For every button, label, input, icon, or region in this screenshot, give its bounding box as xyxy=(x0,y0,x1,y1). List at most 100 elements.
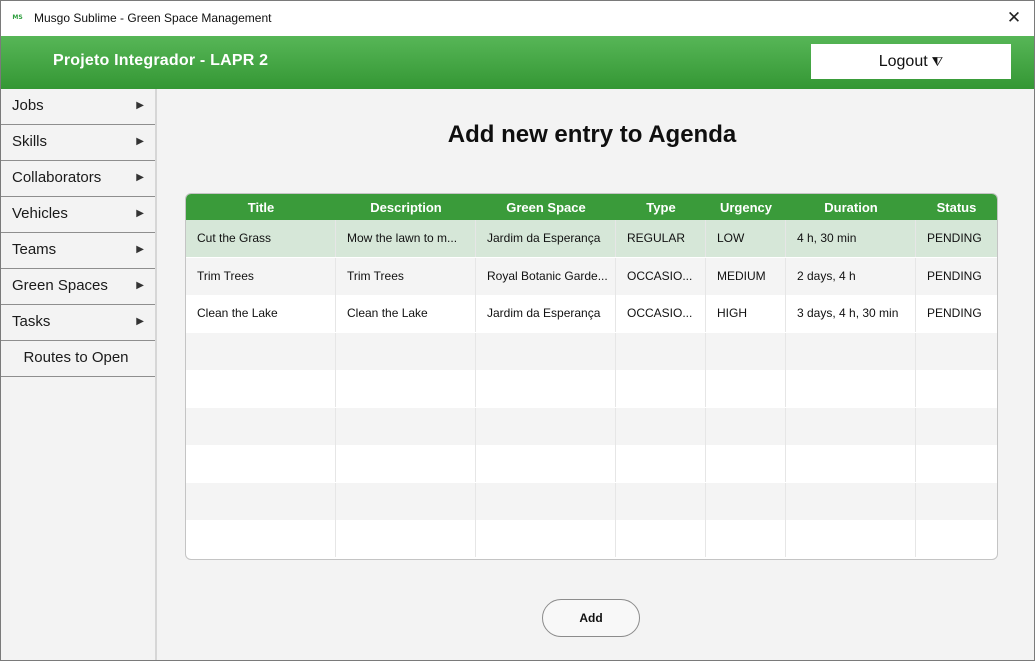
sidebar-item-label: Skills xyxy=(12,133,48,150)
submenu-arrow-icon: ▶ xyxy=(136,208,144,219)
app-logo-icon: MS xyxy=(12,14,23,21)
cell-green-space: Jardim da Esperança xyxy=(476,295,616,332)
cell-type xyxy=(616,482,706,520)
cell-green-space: Royal Botanic Garde... xyxy=(476,257,616,295)
cell-duration xyxy=(786,482,916,520)
cell-status xyxy=(916,408,997,445)
cell-description xyxy=(336,370,476,407)
cell-status: PENDING xyxy=(927,306,982,320)
logout-button[interactable]: Logout ⧨ xyxy=(811,44,1011,79)
cell-green-space xyxy=(476,482,616,520)
sidebar-item-tasks[interactable]: Tasks ▶ xyxy=(1,305,155,341)
table-row[interactable] xyxy=(186,370,997,407)
table-row[interactable]: Clean the Lake Clean the Lake Jardim da Es… xyxy=(186,295,997,332)
sidebar-item-vehicles[interactable]: Vehicles ▶ xyxy=(1,197,155,233)
cell-title xyxy=(186,332,336,370)
cell-type xyxy=(616,332,706,370)
cell-description: Clean the Lake xyxy=(336,295,476,332)
column-header-duration[interactable]: Duration xyxy=(786,194,916,220)
submenu-arrow-icon: ▶ xyxy=(136,244,144,255)
page-title: Add new entry to Agenda xyxy=(447,121,737,148)
window-title: Musgo Sublime - Green Space Management xyxy=(34,11,272,25)
cell-urgency: HIGH xyxy=(706,295,786,332)
cell-urgency xyxy=(706,482,786,520)
column-header-urgency[interactable]: Urgency xyxy=(706,194,786,220)
table-row[interactable]: Trim Trees Trim Trees Royal Botanic Garde.… xyxy=(186,257,997,295)
cell-status: PENDING xyxy=(927,231,982,245)
cell-type xyxy=(616,370,706,407)
sidebar-item-routes-to-open[interactable]: Routes to Open xyxy=(1,341,155,377)
cell-description xyxy=(336,332,476,370)
cell-urgency xyxy=(706,332,786,370)
table-row[interactable]: Cut the Grass Mow the lawn to m... Jardim … xyxy=(186,220,997,257)
sidebar-item-label: Green Spaces xyxy=(12,277,108,294)
cell-type xyxy=(616,445,706,482)
cell-type xyxy=(616,520,706,557)
submenu-arrow-icon: ▶ xyxy=(136,100,144,111)
sidebar-item-green-spaces[interactable]: Green Spaces ▶ xyxy=(1,269,155,305)
cell-title xyxy=(186,445,336,482)
submenu-arrow-icon: ▶ xyxy=(136,136,144,147)
cell-duration: 2 days, 4 h xyxy=(786,257,916,295)
cell-title xyxy=(186,520,336,557)
cell-duration: 3 days, 4 h, 30 min xyxy=(786,295,916,332)
title-bar: MS Musgo Sublime - Green Space Managemen… xyxy=(1,1,1034,36)
cell-green-space xyxy=(476,332,616,370)
cell-title: Cut the Grass xyxy=(186,220,336,257)
close-icon[interactable]: ✕ xyxy=(994,1,1034,36)
column-header-description[interactable]: Description xyxy=(336,194,476,220)
cell-green-space xyxy=(476,520,616,557)
cell-status xyxy=(916,370,997,407)
sidebar-item-jobs[interactable]: Jobs ▶ xyxy=(1,89,155,125)
column-header-green-space[interactable]: Green Space xyxy=(476,194,616,220)
table-row[interactable] xyxy=(186,520,997,557)
header-title: Projeto Integrador - LAPR 2 xyxy=(53,52,269,69)
logout-label: Logout xyxy=(878,53,928,70)
cell-green-space xyxy=(476,370,616,407)
cell-urgency xyxy=(706,370,786,407)
cell-green-space xyxy=(476,407,616,445)
cell-description xyxy=(336,445,476,482)
cell-title xyxy=(186,407,336,445)
cell-duration xyxy=(786,445,916,482)
cell-description xyxy=(336,520,476,557)
sidebar-item-skills[interactable]: Skills ▶ xyxy=(1,125,155,161)
table-header: Title Description Green Space Type Urgen… xyxy=(186,194,997,220)
table-row[interactable] xyxy=(186,445,997,482)
cell-status xyxy=(916,483,997,520)
cell-status xyxy=(916,445,997,482)
add-button[interactable]: Add xyxy=(542,599,640,637)
sidebar-item-teams[interactable]: Teams ▶ xyxy=(1,233,155,269)
logout-filter-icon: ⧨ xyxy=(931,55,944,70)
cell-urgency xyxy=(706,407,786,445)
submenu-arrow-icon: ▶ xyxy=(136,280,144,291)
cell-title xyxy=(186,370,336,407)
table-row[interactable] xyxy=(186,332,997,370)
sidebar-item-label: Teams xyxy=(12,241,57,258)
cell-duration xyxy=(786,370,916,407)
cell-title: Clean the Lake xyxy=(186,295,336,332)
cell-urgency: LOW xyxy=(706,220,786,257)
table-row[interactable] xyxy=(186,482,997,520)
cell-duration xyxy=(786,407,916,445)
cell-urgency xyxy=(706,520,786,557)
column-header-status[interactable]: Status xyxy=(916,194,997,220)
cell-description xyxy=(336,482,476,520)
column-header-type[interactable]: Type xyxy=(616,194,706,220)
cell-description: Mow the lawn to m... xyxy=(336,220,476,257)
cell-status: PENDING xyxy=(927,268,982,283)
cell-urgency xyxy=(706,445,786,482)
cell-type: OCCASIO... xyxy=(616,257,706,295)
agenda-table: Title Description Green Space Type Urgen… xyxy=(185,193,998,560)
column-header-title[interactable]: Title xyxy=(186,194,336,220)
sidebar-item-collaborators[interactable]: Collaborators ▶ xyxy=(1,161,155,197)
cell-green-space xyxy=(476,445,616,482)
cell-title: Trim Trees xyxy=(186,257,336,295)
sidebar-item-label: Jobs xyxy=(12,97,44,114)
cell-duration xyxy=(786,332,916,370)
table-row[interactable] xyxy=(186,407,997,445)
cell-status xyxy=(916,520,997,557)
sidebar-item-label: Collaborators xyxy=(12,169,102,186)
sidebar: Jobs ▶ Skills ▶ Collaborators ▶ Vehicles… xyxy=(1,89,157,660)
cell-status xyxy=(916,333,997,370)
